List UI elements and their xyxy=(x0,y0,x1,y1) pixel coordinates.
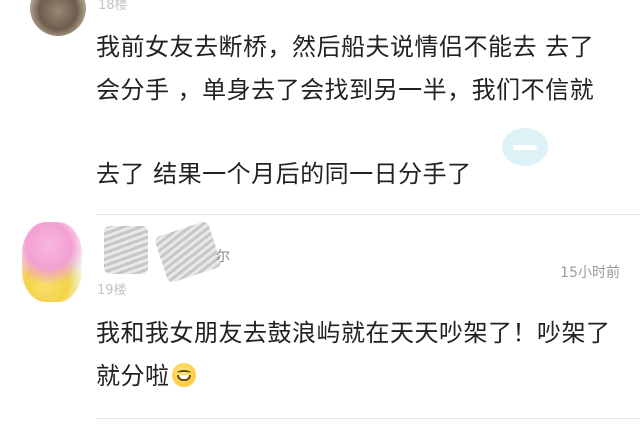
cloud-emoji-icon xyxy=(502,128,548,166)
floor-number: 19楼 xyxy=(97,283,127,298)
comment-text-line: 去了 结果一个月后的同一日分手了 xyxy=(96,160,472,188)
timestamp: 15小时前 xyxy=(560,265,620,281)
comment-text-line: 我前女友去断桥，然后船夫说情侣不能去 去了 xyxy=(96,33,595,61)
comment-text-fragment: 就分啦 xyxy=(96,362,170,390)
username-tail: 尔 xyxy=(216,249,230,265)
floor-number: 18楼 xyxy=(98,0,128,13)
comment-text-line: 会分手 ，单身去了会找到另一半，我们不信就 xyxy=(96,76,595,104)
username-redacted[interactable] xyxy=(153,220,223,284)
divider xyxy=(96,418,640,419)
username-redacted[interactable] xyxy=(104,226,148,274)
comment-text-line-last: 就分啦 xyxy=(96,359,196,393)
divider xyxy=(96,214,640,215)
avatar[interactable] xyxy=(22,222,82,302)
avatar[interactable] xyxy=(30,0,86,36)
grin-emoji-icon xyxy=(171,363,196,387)
comment-text-line: 我和我女朋友去鼓浪屿就在天天吵架了！吵架了 xyxy=(96,319,611,347)
